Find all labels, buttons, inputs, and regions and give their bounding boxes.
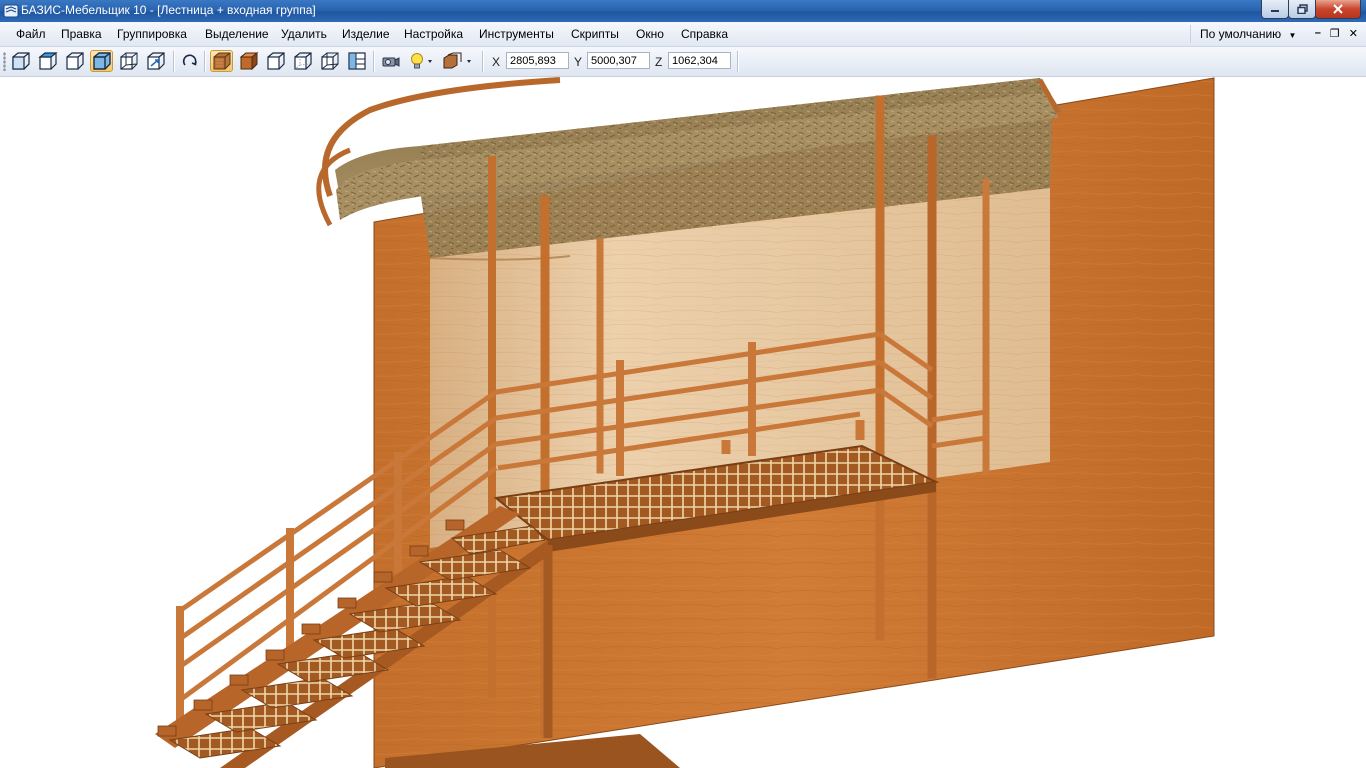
menu-grouping[interactable]: Группировка: [117, 27, 187, 41]
main-toolbar: X 2805,893 Y 5000,307 Z 1062,304: [0, 47, 1366, 77]
toolbar-separator: [204, 51, 206, 72]
chevron-down-icon: ▼: [1288, 31, 1297, 40]
doc-restore-icon[interactable]: ❐: [1330, 27, 1340, 40]
staircase-entrance-model: [155, 77, 1215, 768]
preset-label: По умолчанию: [1200, 27, 1282, 41]
menu-help[interactable]: Справка: [681, 27, 728, 41]
wireframe-render-button[interactable]: [264, 50, 287, 72]
camera-button[interactable]: [379, 50, 402, 72]
title-bar: БАЗИС-Мебельщик 10 - [Лестница + входная…: [0, 0, 1366, 22]
rotate-button[interactable]: [178, 50, 201, 72]
menu-edit[interactable]: Правка: [61, 27, 102, 41]
right-view-button[interactable]: [117, 50, 140, 72]
doc-minimize-icon[interactable]: –: [1315, 27, 1321, 40]
material-stack-icon: [443, 52, 471, 69]
right-view-icon: [119, 52, 137, 70]
restore-button[interactable]: [1288, 0, 1316, 19]
rotate-icon: [182, 54, 197, 66]
menu-delete[interactable]: Удалить: [281, 27, 327, 41]
shaded-render-button[interactable]: [237, 50, 260, 72]
x-coord-label: X: [492, 55, 501, 69]
doc-close-icon[interactable]: ✕: [1349, 27, 1358, 40]
outline-render-button[interactable]: [318, 50, 341, 72]
textured-render-icon: [213, 52, 230, 70]
close-icon: [1333, 4, 1343, 14]
menu-product[interactable]: Изделие: [342, 27, 390, 41]
restore-icon: [1296, 4, 1308, 14]
toolbar-separator: [373, 51, 375, 72]
model-viewport[interactable]: [0, 77, 1366, 768]
close-button[interactable]: [1315, 0, 1361, 19]
z-coord-label: Z: [655, 55, 663, 69]
z-coord-field[interactable]: 1062,304: [668, 52, 731, 69]
camera-icon: [382, 57, 399, 67]
toolbar-grip[interactable]: [3, 52, 6, 71]
window-title: БАЗИС-Мебельщик 10 - [Лестница + входная…: [21, 3, 316, 17]
top-view-icon: [37, 52, 58, 70]
wireframe-render-icon: [266, 52, 285, 70]
isometric-view-button[interactable]: [90, 50, 113, 72]
minimize-button[interactable]: [1261, 0, 1289, 19]
menu-file[interactable]: Файл: [16, 27, 46, 41]
x-coord-field[interactable]: 2805,893: [506, 52, 569, 69]
menu-bar: Файл Правка Группировка Выделение Удалит…: [0, 22, 1366, 47]
window-controls: [1261, 0, 1361, 20]
left-view-icon: [65, 52, 84, 70]
menu-window[interactable]: Окно: [636, 27, 664, 41]
hidden-lines-button[interactable]: [291, 50, 314, 72]
toolbar-separator: [482, 51, 484, 72]
layout-panel-button[interactable]: [345, 50, 368, 72]
minimize-icon: [1271, 10, 1279, 12]
axis-view-button[interactable]: [144, 50, 167, 72]
left-view-button[interactable]: [63, 50, 86, 72]
textured-render-button[interactable]: [210, 50, 233, 72]
layout-panel-icon: [347, 52, 366, 70]
front-view-icon: [11, 52, 30, 70]
menu-selection[interactable]: Выделение: [205, 27, 269, 41]
y-coord-field[interactable]: 5000,307: [587, 52, 650, 69]
light-bulb-icon: [411, 53, 432, 69]
shaded-render-icon: [239, 52, 258, 70]
lighting-button[interactable]: [406, 50, 436, 72]
hidden-lines-icon: [293, 52, 312, 70]
menu-scripts[interactable]: Скрипты: [571, 27, 619, 41]
outline-render-icon: [320, 52, 338, 70]
toolbar-separator: [173, 51, 175, 72]
isometric-view-icon: [92, 52, 111, 70]
document-window-controls: – ❐ ✕: [1315, 27, 1358, 40]
material-button[interactable]: [440, 50, 474, 72]
toolbar-separator: [737, 51, 739, 72]
preset-dropdown[interactable]: По умолчанию ▼: [1190, 25, 1296, 43]
axis-view-icon: [146, 52, 165, 70]
menu-settings[interactable]: Настройка: [404, 27, 463, 41]
y-coord-label: Y: [574, 55, 583, 69]
app-logo-icon: [3, 4, 19, 18]
front-view-button[interactable]: [9, 50, 32, 72]
top-view-button[interactable]: [36, 50, 59, 72]
menu-tools[interactable]: Инструменты: [479, 27, 554, 41]
